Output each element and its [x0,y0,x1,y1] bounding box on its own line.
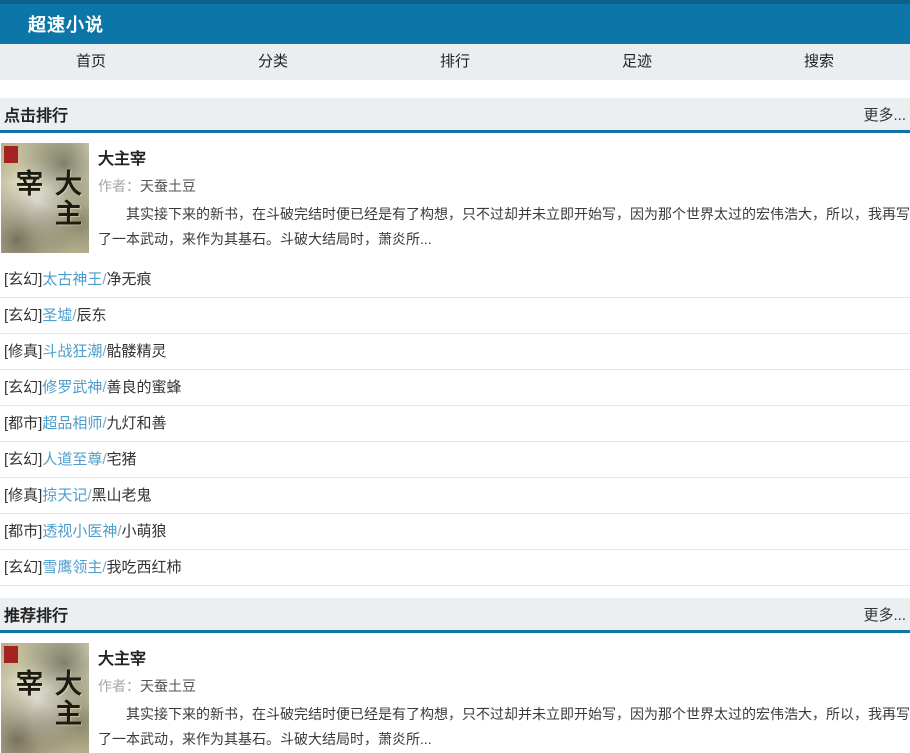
author-label: 作者： [98,678,140,694]
book-author: 九灯和善 [107,415,167,432]
book-author: 我吃西红柿 [107,559,182,576]
author-name: 天蚕土豆 [140,678,196,694]
book-cover[interactable]: 大主宰 [1,643,89,753]
section-title: 推荐排行 [0,602,68,626]
book-list-item[interactable]: [玄幻]人道至尊/宅猪 [0,442,910,478]
more-link[interactable]: 更多... [863,104,910,125]
more-link[interactable]: 更多... [863,604,910,625]
main-nav: 首页 分类 排行 足迹 搜索 [0,44,910,80]
site-title: 超速小说 [0,11,104,37]
seal-icon [4,146,18,163]
book-title-link[interactable]: 雪鹰领主 [42,559,102,576]
nav-item-search[interactable]: 搜索 [728,44,910,80]
cover-calligraphy: 大主宰 [7,169,85,253]
book-title-link[interactable]: 太古神王 [42,271,102,288]
book-info: 大主宰 作者：天蚕土豆 其实接下来的新书，在斗破完结时便已经是有了构想，只不过却… [89,643,910,753]
site-header: 超速小说 [0,4,910,44]
click-ranking-section: 点击排行 更多... 大主宰 大主宰 作者：天蚕土豆 其实接下来的新书，在斗破完… [0,98,910,586]
book-description: 其实接下来的新书，在斗破完结时便已经是有了构想，只不过却并未立即开始写，因为那个… [98,702,910,752]
book-category: [都市] [4,415,42,432]
book-category: [玄幻] [4,451,42,468]
book-list-item[interactable]: [都市]透视小医神/小萌狼 [0,514,910,550]
book-title-link[interactable]: 透视小医神 [42,523,117,540]
book-author: 宅猪 [107,451,137,468]
book-category: [玄幻] [4,559,42,576]
book-author: 小萌狼 [122,523,167,540]
book-author: 辰东 [77,307,107,324]
book-author: 善良的蜜蜂 [107,379,182,396]
book-category: [玄幻] [4,379,42,396]
book-list-item[interactable]: [修真]斗战狂潮/骷髅精灵 [0,334,910,370]
section-title: 点击排行 [0,102,68,126]
main-content: 点击排行 更多... 大主宰 大主宰 作者：天蚕土豆 其实接下来的新书，在斗破完… [0,98,910,753]
book-category: [玄幻] [4,307,42,324]
book-list-item[interactable]: [玄幻]圣墟/辰东 [0,298,910,334]
book-list-item[interactable]: [修真]掠天记/黑山老鬼 [0,478,910,514]
author-name: 天蚕土豆 [140,178,196,194]
nav-item-footprints[interactable]: 足迹 [546,44,728,80]
book-category: [修真] [4,343,42,360]
book-info: 大主宰 作者：天蚕土豆 其实接下来的新书，在斗破完结时便已经是有了构想，只不过却… [89,143,910,253]
book-list-item[interactable]: [玄幻]修罗武神/善良的蜜蜂 [0,370,910,406]
book-title-link[interactable]: 斗战狂潮 [42,343,102,360]
book-description: 其实接下来的新书，在斗破完结时便已经是有了构想，只不过却并未立即开始写，因为那个… [98,202,910,252]
book-title-link[interactable]: 超品相师 [42,415,102,432]
book-list-item[interactable]: [玄幻]太古神王/净无痕 [0,262,910,298]
book-author: 黑山老鬼 [92,487,152,504]
book-list-item[interactable]: [玄幻]雪鹰领主/我吃西红柿 [0,550,910,586]
book-category: [修真] [4,487,42,504]
author-label: 作者： [98,178,140,194]
nav-item-ranking[interactable]: 排行 [364,44,546,80]
book-title-link[interactable]: 掠天记 [42,487,87,504]
nav-item-categories[interactable]: 分类 [182,44,364,80]
book-title-link[interactable]: 修罗武神 [42,379,102,396]
book-ranking-list: [玄幻]太古神王/净无痕 [玄幻]圣墟/辰东 [修真]斗战狂潮/骷髅精灵 [玄幻… [0,262,910,586]
book-cover[interactable]: 大主宰 [1,143,89,253]
author-line: 作者：天蚕土豆 [98,676,910,696]
book-list-item[interactable]: [都市]超品相师/九灯和善 [0,406,910,442]
book-title-link[interactable]: 圣墟 [42,307,72,324]
featured-book-title[interactable]: 大主宰 [98,151,146,168]
book-author: 骷髅精灵 [107,343,167,360]
featured-book: 大主宰 大主宰 作者：天蚕土豆 其实接下来的新书，在斗破完结时便已经是有了构想，… [1,643,910,753]
featured-book: 大主宰 大主宰 作者：天蚕土豆 其实接下来的新书，在斗破完结时便已经是有了构想，… [1,143,910,253]
book-category: [玄幻] [4,271,42,288]
recommend-ranking-section: 推荐排行 更多... 大主宰 大主宰 作者：天蚕土豆 其实接下来的新书，在斗破完… [0,598,910,753]
book-title-link[interactable]: 人道至尊 [42,451,102,468]
author-line: 作者：天蚕土豆 [98,176,910,196]
nav-item-home[interactable]: 首页 [0,44,182,80]
seal-icon [4,646,18,663]
cover-calligraphy: 大主宰 [7,669,85,753]
book-author: 净无痕 [107,271,152,288]
section-header: 推荐排行 更多... [0,598,910,633]
book-category: [都市] [4,523,42,540]
featured-book-title[interactable]: 大主宰 [98,651,146,668]
section-header: 点击排行 更多... [0,98,910,133]
